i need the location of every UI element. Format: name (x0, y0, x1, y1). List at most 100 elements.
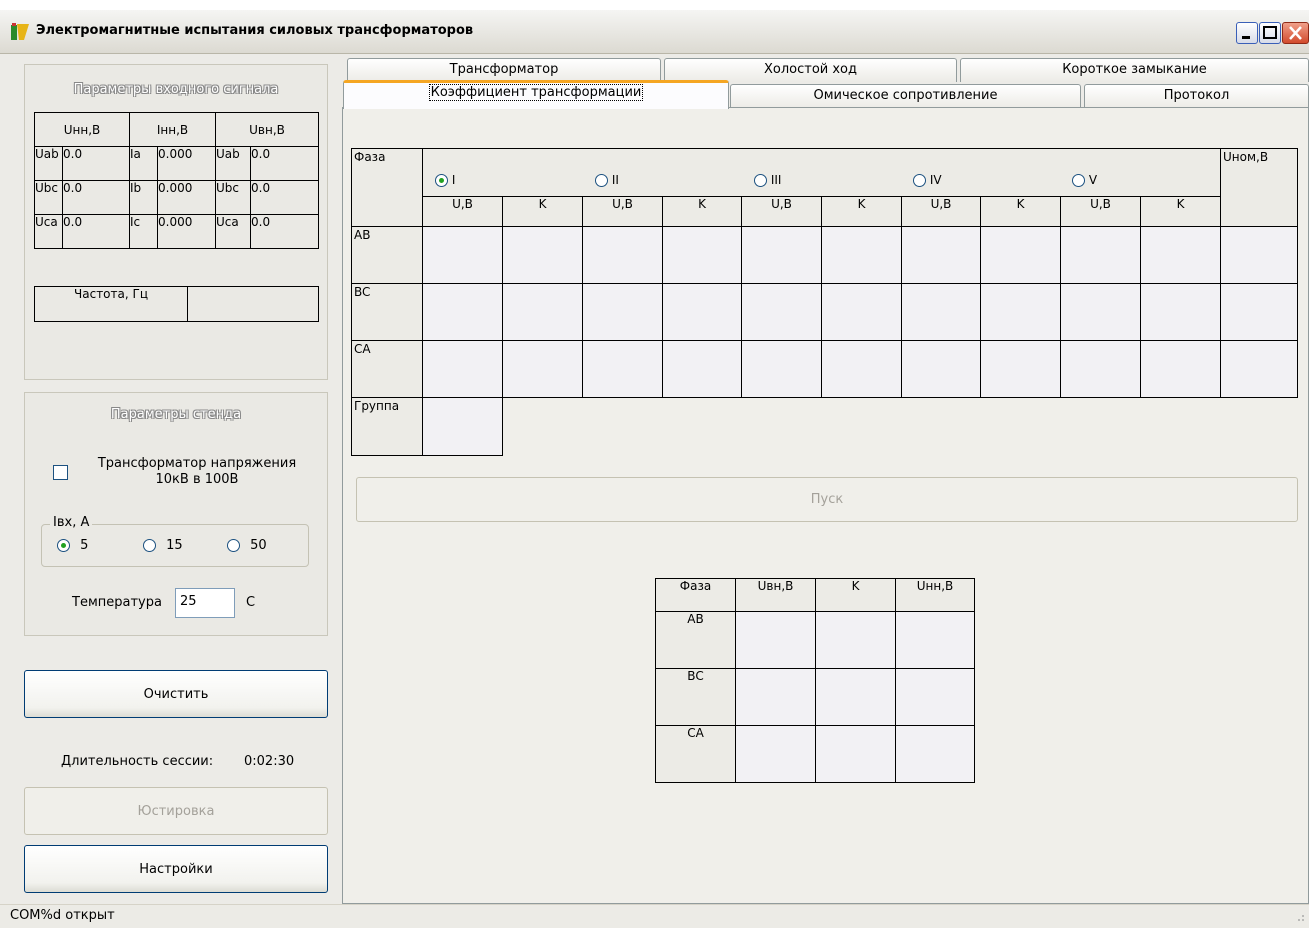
row-label: Ic (129, 214, 158, 249)
value-cell: 0.0 (250, 180, 319, 215)
ibx-option-50[interactable]: 50 (227, 538, 267, 553)
group-value-cell[interactable] (422, 397, 503, 456)
tab-short-circuit[interactable]: Короткое замыкание (960, 58, 1309, 82)
table-row: CA (655, 725, 975, 783)
value-cell[interactable] (1060, 283, 1141, 341)
value-cell[interactable] (980, 226, 1061, 284)
tab-transformation-ratio-label: Коэффициент трансформации (428, 84, 644, 101)
tap-option-1[interactable]: I (423, 173, 583, 187)
settings-button[interactable]: Настройки (24, 845, 328, 893)
session-label: Длительность сессии: (61, 754, 214, 769)
radio-icon (435, 173, 448, 187)
status-bar (0, 904, 1309, 928)
tap-option-4[interactable]: IV (901, 173, 1060, 187)
value-cell[interactable] (901, 226, 981, 284)
value-cell[interactable] (1140, 226, 1221, 284)
row-label: Ubc (215, 180, 251, 215)
value-cell[interactable] (821, 340, 902, 398)
value-cell[interactable] (895, 668, 975, 726)
value-cell[interactable] (901, 283, 981, 341)
ibx-label: Iвх, А (50, 515, 93, 530)
tap-label: V (1088, 172, 1098, 187)
value-cell[interactable] (502, 340, 583, 398)
value-cell[interactable] (980, 283, 1061, 341)
radio-icon (913, 173, 926, 187)
row-label-cell: BC (351, 283, 423, 341)
value-cell[interactable] (1220, 283, 1298, 341)
value-cell[interactable] (815, 668, 896, 726)
tab-protocol[interactable]: Протокол (1084, 84, 1309, 108)
session-value: 0:02:30 (244, 754, 295, 769)
value-cell[interactable] (1220, 226, 1298, 284)
radio-icon (143, 539, 156, 552)
value-cell[interactable] (895, 725, 975, 783)
value-cell[interactable] (582, 226, 663, 284)
ibx-option-5[interactable]: 5 (57, 538, 88, 553)
row-label: Uab (34, 146, 63, 181)
value-cell[interactable] (821, 283, 902, 341)
row-label: CA (655, 725, 736, 783)
resize-grip-icon[interactable] (1293, 912, 1305, 924)
value-cell[interactable] (895, 611, 975, 669)
value-cell[interactable] (422, 283, 503, 341)
tap-option-2[interactable]: II (583, 173, 742, 187)
value-cell[interactable] (815, 725, 896, 783)
minimize-icon (1242, 36, 1250, 39)
calibrate-button[interactable]: Юстировка (24, 787, 328, 835)
radio-icon (1072, 173, 1085, 187)
transformer-checkbox[interactable] (53, 465, 68, 480)
value-cell[interactable] (422, 340, 503, 398)
value-cell[interactable] (735, 611, 816, 669)
tab-transformation-ratio[interactable]: Коэффициент трансформации (343, 80, 729, 109)
value-cell[interactable] (821, 226, 902, 284)
checkbox-label-line1: Трансформатор напряжения (97, 456, 297, 471)
tab-transformer[interactable]: Трансформатор (347, 58, 661, 82)
table-row: BC (655, 668, 975, 726)
value-cell[interactable] (1060, 340, 1141, 398)
value-cell[interactable] (901, 340, 981, 398)
temperature-input[interactable]: 25 (175, 588, 235, 618)
tap-option-5[interactable]: V (1060, 173, 1219, 187)
sub-u: U,B (422, 196, 503, 227)
value-cell[interactable] (422, 226, 503, 284)
value-cell[interactable] (980, 340, 1061, 398)
value-cell[interactable] (735, 725, 816, 783)
tap-label: I (451, 172, 456, 187)
value-cell[interactable] (1220, 340, 1298, 398)
value-cell[interactable] (741, 340, 822, 398)
value-cell: 0.000 (157, 214, 216, 249)
minimize-button[interactable] (1236, 22, 1258, 44)
value-cell[interactable] (582, 340, 663, 398)
value-cell[interactable] (662, 340, 742, 398)
value-cell[interactable] (502, 283, 583, 341)
value-cell[interactable] (1140, 340, 1221, 398)
transformer-checkbox-label[interactable]: Трансформатор напряжения 10кВ в 100В (84, 456, 310, 488)
group-label: Группа (354, 399, 400, 413)
value-cell: 0.000 (157, 146, 216, 181)
radio-icon (595, 173, 608, 187)
value-cell[interactable] (662, 283, 742, 341)
row-label: Uca (215, 214, 251, 249)
sub-u: U,B (582, 196, 663, 227)
value-cell[interactable] (662, 226, 742, 284)
phase-header: Фаза (351, 148, 423, 227)
value-cell[interactable] (1060, 226, 1141, 284)
value-cell[interactable] (582, 283, 663, 341)
tab-ohmic-resistance[interactable]: Омическое сопротивление (730, 84, 1081, 108)
maximize-button[interactable] (1259, 22, 1281, 44)
start-button[interactable]: Пуск (356, 477, 1298, 522)
value-cell[interactable] (735, 668, 816, 726)
table-row: AB (351, 226, 1298, 284)
table-row: BC (351, 283, 1298, 341)
clear-button[interactable]: Очистить (24, 670, 328, 718)
result-header-phase: Фаза (655, 578, 736, 612)
ibx-option-15[interactable]: 15 (143, 538, 183, 553)
tap-option-3[interactable]: III (742, 173, 901, 187)
tab-no-load[interactable]: Холостой ход (664, 58, 957, 82)
value-cell[interactable] (502, 226, 583, 284)
value-cell[interactable] (741, 226, 822, 284)
value-cell[interactable] (1140, 283, 1221, 341)
value-cell[interactable] (815, 611, 896, 669)
value-cell[interactable] (741, 283, 822, 341)
close-button[interactable] (1282, 22, 1309, 44)
